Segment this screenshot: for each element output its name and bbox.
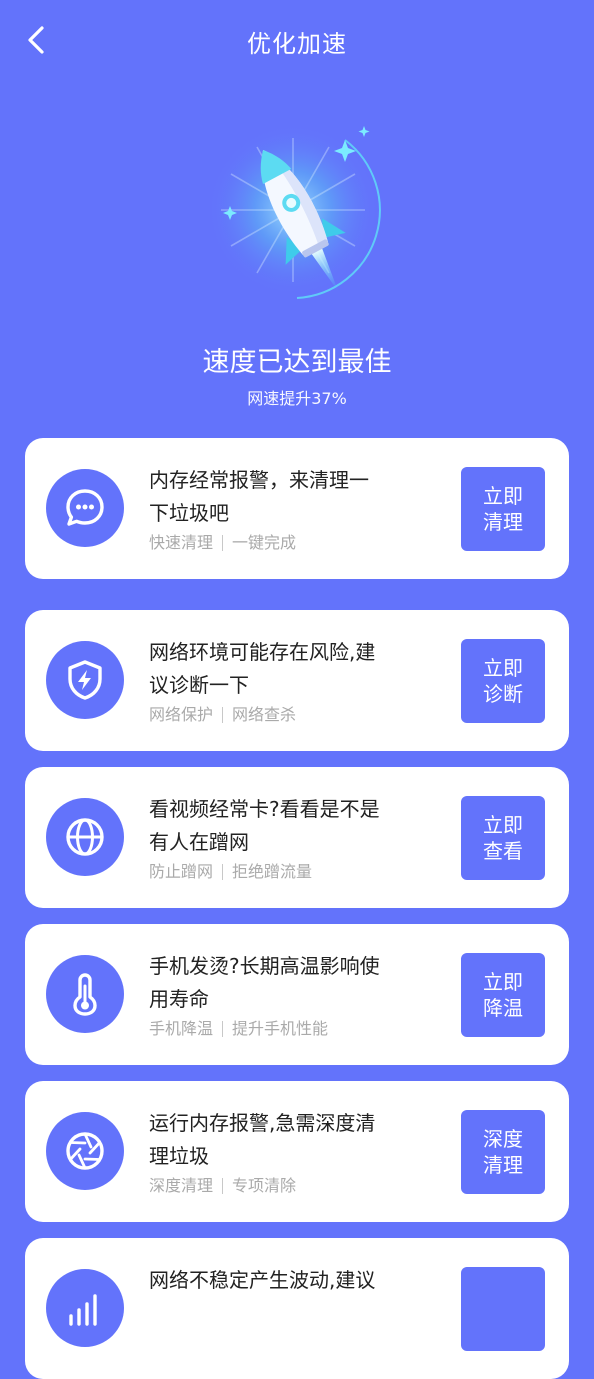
card-text: 网络不稳定产生波动,建议: [149, 1264, 411, 1297]
card-title-line-2: 理垃圾: [149, 1144, 209, 1168]
card-tag: 提升手机性能: [232, 1019, 329, 1038]
tag-divider: [222, 1021, 224, 1037]
button-label-line-2: 诊断: [483, 682, 523, 706]
card-tags: 深度清理 专项清除: [149, 1175, 411, 1197]
card-icon-circle: [46, 641, 124, 719]
tag-divider: [222, 1178, 224, 1194]
speed-status-subtitle: 网速提升37%: [247, 389, 347, 408]
card-text: 手机发烫?长期高温影响使 用寿命 手机降温 提升手机性能: [149, 950, 411, 1040]
card-tag: 网络查杀: [232, 705, 297, 724]
card-tag: 防止蹭网: [149, 862, 214, 881]
card-title-line-2: 议诊断一下: [149, 673, 249, 697]
signal-icon: [69, 1294, 97, 1326]
list-item-network-diagnose[interactable]: 网络环境可能存在风险,建 议诊断一下 网络保护 网络查杀 立即 诊断: [25, 610, 569, 751]
list-item-network-stability[interactable]: 网络不稳定产生波动,建议: [25, 1238, 569, 1379]
card-title: 网络不稳定产生波动,建议: [149, 1264, 411, 1297]
button-label-line-2: 查看: [483, 839, 523, 863]
card-tags: 快速清理 一键完成: [149, 532, 411, 554]
rocket-icon: [207, 124, 381, 299]
card-text: 运行内存报警,急需深度清 理垃圾 深度清理 专项清除: [149, 1107, 411, 1197]
thermometer-icon: [73, 973, 97, 1016]
button-label-line-1: 立即: [483, 970, 523, 994]
button-label-line-2: 清理: [483, 1153, 523, 1177]
clean-now-button[interactable]: 立即 清理: [461, 467, 545, 551]
card-tag: 一键完成: [232, 533, 297, 552]
card-tags: 手机降温 提升手机性能: [149, 1018, 411, 1040]
card-icon-circle: [46, 955, 124, 1033]
card-title-line-1: 运行内存报警,急需深度清: [149, 1111, 376, 1135]
top-bar: 优化加速: [0, 0, 594, 80]
card-tag: 快速清理: [149, 533, 214, 552]
tag-divider: [222, 864, 224, 880]
aperture-icon: [66, 1132, 104, 1170]
check-now-button[interactable]: 立即 查看: [461, 796, 545, 880]
card-title: 内存经常报警，来清理一 下垃圾吧: [149, 464, 411, 530]
card-tags: 网络保护 网络查杀: [149, 704, 411, 726]
card-text: 内存经常报警，来清理一 下垃圾吧 快速清理 一键完成: [149, 464, 411, 554]
card-title: 手机发烫?长期高温影响使 用寿命: [149, 950, 411, 1016]
card-title-line-2: 下垃圾吧: [149, 501, 229, 525]
button-label-line-1: 立即: [483, 656, 523, 680]
card-title: 网络环境可能存在风险,建 议诊断一下: [149, 636, 411, 702]
list-item-wifi-leech-check[interactable]: 看视频经常卡?看看是不是 有人在蹭网 防止蹭网 拒绝蹭流量 立即 查看: [25, 767, 569, 908]
card-text: 看视频经常卡?看看是不是 有人在蹭网 防止蹭网 拒绝蹭流量: [149, 793, 411, 883]
diagnose-now-button[interactable]: 立即 诊断: [461, 639, 545, 723]
card-icon-circle: [46, 1269, 124, 1347]
card-icon-circle: [46, 469, 124, 547]
card-tag: 深度清理: [149, 1176, 214, 1195]
shield-bolt-icon: [68, 660, 102, 700]
list-item-phone-cooling[interactable]: 手机发烫?长期高温影响使 用寿命 手机降温 提升手机性能 立即 降温: [25, 924, 569, 1065]
card-icon-circle: [46, 798, 124, 876]
card-title-line-1: 手机发烫?长期高温影响使: [149, 954, 380, 978]
card-tag: 专项清除: [232, 1176, 297, 1195]
globe-icon: [66, 818, 104, 856]
cool-down-button[interactable]: 立即 降温: [461, 953, 545, 1037]
button-label-line-1: 立即: [483, 813, 523, 837]
page-title: 优化加速: [247, 30, 347, 58]
card-title-line-1: 看视频经常卡?看看是不是: [149, 797, 380, 821]
deep-clean-button[interactable]: 深度 清理: [461, 1110, 545, 1194]
button-label-line-2: 清理: [483, 510, 523, 534]
tag-divider: [222, 535, 224, 551]
card-title-line-2: 用寿命: [149, 987, 209, 1011]
card-title-line-1: 网络不稳定产生波动,建议: [149, 1268, 376, 1292]
card-tag: 拒绝蹭流量: [232, 862, 313, 881]
list-item-memory-clean[interactable]: 内存经常报警，来清理一 下垃圾吧 快速清理 一键完成 立即 清理: [25, 438, 569, 579]
card-title-line-1: 网络环境可能存在风险,建: [149, 640, 376, 664]
speed-status-title: 速度已达到最佳: [202, 347, 392, 378]
card-title: 看视频经常卡?看看是不是 有人在蹭网: [149, 793, 411, 859]
card-title: 运行内存报警,急需深度清 理垃圾: [149, 1107, 411, 1173]
button-label-line-2: 降温: [483, 996, 523, 1020]
card-title-line-1: 内存经常报警，来清理一: [149, 468, 369, 492]
list-item-deep-clean[interactable]: 运行内存报警,急需深度清 理垃圾 深度清理 专项清除 深度 清理: [25, 1081, 569, 1222]
card-text: 网络环境可能存在风险,建 议诊断一下 网络保护 网络查杀: [149, 636, 411, 726]
card-title-line-2: 有人在蹭网: [149, 830, 249, 854]
card-tag: 网络保护: [149, 705, 214, 724]
card-tag: 手机降温: [149, 1019, 214, 1038]
card-tags: 防止蹭网 拒绝蹭流量: [149, 861, 411, 883]
button-label-line-1: 深度: [483, 1127, 523, 1151]
tag-divider: [222, 707, 224, 723]
chat-bubble-icon: [66, 489, 104, 526]
button-label-line-1: 立即: [483, 484, 523, 508]
card-icon-circle: [46, 1112, 124, 1190]
